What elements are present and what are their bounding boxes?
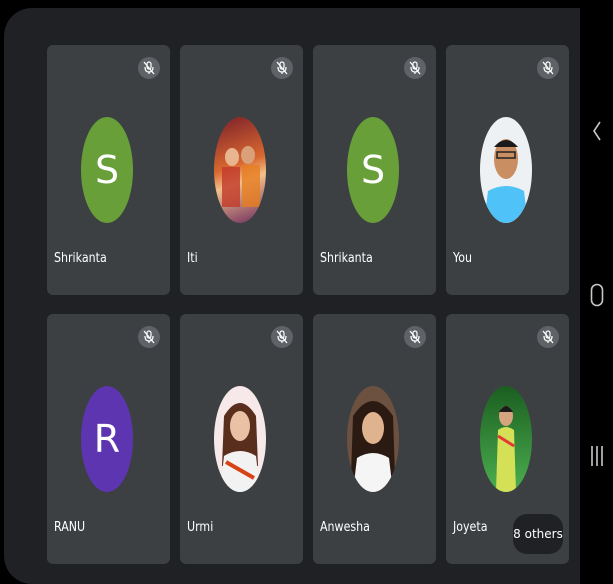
mic-off-icon	[404, 57, 426, 79]
avatar-photo	[214, 117, 266, 223]
avatar-photo	[480, 117, 532, 223]
avatar-photo	[214, 386, 266, 492]
avatar-initial: R	[93, 417, 121, 461]
participant-name: Iti	[187, 251, 198, 266]
participant-tile[interactable]: S Shrikanta	[313, 45, 436, 295]
participant-name: Shrikanta	[54, 251, 107, 266]
participant-name: You	[453, 251, 473, 266]
others-count-button[interactable]: 8 others	[513, 514, 563, 554]
participant-name: Urmi	[187, 520, 214, 535]
mic-off-icon	[271, 57, 293, 79]
others-label: 8 others	[513, 527, 563, 541]
participant-tile[interactable]: Iti	[180, 45, 303, 295]
participant-tile[interactable]: Joyeta 8 others	[446, 314, 569, 564]
participant-grid: S Shrikanta Iti S Shrikanta You R RANU U…	[47, 45, 569, 564]
mic-off-icon	[404, 326, 426, 348]
avatar: S	[81, 117, 133, 223]
participant-name: Joyeta	[453, 520, 488, 535]
mic-off-icon	[537, 57, 559, 79]
avatar-initial: S	[360, 148, 386, 192]
mic-off-icon	[537, 326, 559, 348]
system-nav-bar	[580, 0, 613, 584]
avatar-photo	[480, 386, 532, 492]
participant-name: RANU	[54, 520, 86, 535]
back-button[interactable]	[580, 120, 613, 142]
recents-button[interactable]	[580, 445, 613, 467]
participant-tile[interactable]: Anwesha	[313, 314, 436, 564]
avatar: R	[81, 386, 133, 492]
participant-name: Shrikanta	[320, 251, 373, 266]
avatar: S	[347, 117, 399, 223]
mic-off-icon	[271, 326, 293, 348]
recents-icon	[590, 446, 603, 466]
mic-off-icon	[138, 326, 160, 348]
avatar-initial: S	[94, 148, 120, 192]
mic-off-icon	[138, 57, 160, 79]
participant-name: Anwesha	[320, 520, 370, 535]
participant-tile[interactable]: R RANU	[47, 314, 170, 564]
home-icon	[590, 283, 603, 307]
avatar-photo	[347, 386, 399, 492]
participant-tile[interactable]: Urmi	[180, 314, 303, 564]
home-button[interactable]	[580, 283, 613, 307]
participant-tile[interactable]: S Shrikanta	[47, 45, 170, 295]
back-chevron-icon	[592, 121, 601, 141]
meeting-screen: S Shrikanta Iti S Shrikanta You R RANU U…	[4, 8, 580, 584]
participant-tile[interactable]: You	[446, 45, 569, 295]
